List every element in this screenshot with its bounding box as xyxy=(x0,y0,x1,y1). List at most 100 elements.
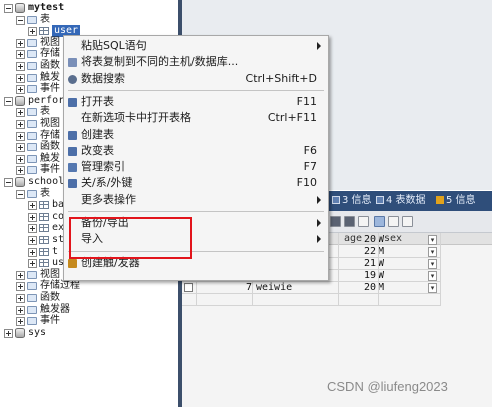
menu-item-shortcut: F7 xyxy=(303,160,317,174)
table-icon xyxy=(68,97,77,107)
grid-view-icon[interactable] xyxy=(374,216,385,227)
expand-icon[interactable] xyxy=(16,294,25,303)
menu-item-open-table[interactable]: 打开表 F11 xyxy=(65,94,327,110)
chevron-down-icon[interactable]: ▾ xyxy=(428,271,437,281)
expand-icon[interactable] xyxy=(28,212,37,222)
table-icon xyxy=(39,259,49,268)
folder-icon xyxy=(27,15,37,24)
submenu-arrow-icon xyxy=(317,195,321,204)
expand-icon[interactable] xyxy=(16,270,25,280)
delete-icon[interactable] xyxy=(344,216,355,227)
expand-icon[interactable] xyxy=(16,120,25,129)
expand-icon[interactable] xyxy=(28,201,37,211)
menu-item-label: 管理索引 xyxy=(81,160,125,174)
folder-icon xyxy=(27,108,37,117)
collapse-icon[interactable] xyxy=(16,189,25,199)
cell-age[interactable]: 19 xyxy=(342,270,376,282)
menu-item-create-table[interactable]: 创建表 xyxy=(65,127,327,143)
expand-icon[interactable] xyxy=(4,328,13,338)
cell-name[interactable]: weiwie xyxy=(256,282,292,294)
chevron-down-icon[interactable]: ▾ xyxy=(428,235,437,245)
tree-node-label: 视图 xyxy=(40,268,60,280)
expand-icon[interactable] xyxy=(28,27,37,37)
expand-icon[interactable] xyxy=(28,259,37,269)
folder-icon xyxy=(27,294,37,302)
form-view-icon[interactable] xyxy=(388,216,399,227)
tree-node-label: mytest xyxy=(28,2,65,13)
menu-item-data-search[interactable]: 数据搜索 Ctrl+Shift+D xyxy=(65,71,327,87)
expand-icon[interactable] xyxy=(16,38,25,48)
menu-item-paste-sql[interactable]: 粘贴SQL语句 xyxy=(65,38,327,54)
tab-table-data-4[interactable]: 4 表数据 xyxy=(376,194,426,208)
tree-node-mytest[interactable]: mytest xyxy=(0,2,176,14)
cell-id[interactable]: 7 xyxy=(222,282,252,294)
expand-icon[interactable] xyxy=(16,73,25,83)
expand-icon[interactable] xyxy=(16,166,25,176)
tree-node-school-procs[interactable]: 存储过程 xyxy=(0,280,176,292)
tab-info-5[interactable]: 5 信息 xyxy=(436,194,476,208)
tree-node-sys[interactable]: sys xyxy=(0,327,176,339)
expand-icon[interactable] xyxy=(16,305,25,315)
chevron-down-icon[interactable]: ▾ xyxy=(428,259,437,269)
expand-icon[interactable] xyxy=(16,317,25,327)
expand-icon[interactable] xyxy=(28,236,37,245)
collapse-icon[interactable] xyxy=(16,15,25,25)
cell-age[interactable]: 20 xyxy=(342,234,376,246)
expand-icon[interactable] xyxy=(16,62,25,71)
menu-item-more-ops[interactable]: 更多表操作 xyxy=(65,192,327,208)
tree-node-school-events[interactable]: 事件 xyxy=(0,315,176,327)
tree-node-label: 事件 xyxy=(40,164,60,176)
folder-icon xyxy=(27,73,37,82)
menu-item-label: 创建表 xyxy=(81,127,114,141)
expand-icon[interactable] xyxy=(16,282,25,292)
menu-item-copy-table[interactable]: 将表复制到不同的主机/数据库... xyxy=(65,54,327,70)
menu-item-open-new-tab[interactable]: 在新选项卡中打开表格 Ctrl+F11 xyxy=(65,110,327,126)
chevron-down-icon[interactable]: ▾ xyxy=(428,247,437,257)
tab-info-3[interactable]: 3 信息 xyxy=(332,194,372,208)
cell-age[interactable]: 20 xyxy=(342,282,376,294)
row-checkbox[interactable] xyxy=(184,283,193,292)
menu-item-label: 改变表 xyxy=(81,143,114,157)
menu-item-relations[interactable]: 关/系/外键 F10 xyxy=(65,175,327,191)
folder-icon xyxy=(27,131,37,140)
tab-label: 3 信息 xyxy=(342,195,372,206)
menu-item-label: 数据搜索 xyxy=(81,71,125,85)
expand-icon[interactable] xyxy=(16,50,25,60)
copy-icon xyxy=(68,58,77,68)
folder-icon xyxy=(27,270,37,279)
menu-item-manage-index[interactable]: 管理索引 F7 xyxy=(65,159,327,175)
expand-icon[interactable] xyxy=(16,108,25,118)
tree-node-school-funcs[interactable]: 函数 xyxy=(0,292,176,304)
tree-node-label: sys xyxy=(28,326,47,338)
tree-node-school-triggers[interactable]: 触发器 xyxy=(0,304,176,316)
warning-icon xyxy=(436,196,444,204)
menu-item-shortcut: F6 xyxy=(303,143,317,157)
collapse-icon[interactable] xyxy=(4,4,13,13)
chevron-down-icon[interactable]: ▾ xyxy=(428,283,437,293)
expand-icon[interactable] xyxy=(28,224,37,234)
tab-label: 5 信息 xyxy=(446,195,476,206)
text-view-icon[interactable] xyxy=(402,216,413,227)
tree-node-label: 函数 xyxy=(40,141,60,153)
collapse-icon[interactable] xyxy=(4,178,13,187)
cell-age[interactable]: 21 xyxy=(342,258,376,270)
tree-node-mytest-tables[interactable]: 表 xyxy=(0,14,176,26)
column-divider xyxy=(440,233,441,306)
refresh-icon[interactable] xyxy=(358,216,369,227)
table-icon xyxy=(39,27,49,36)
menu-item-shortcut: Ctrl+F11 xyxy=(267,111,317,125)
expand-icon[interactable] xyxy=(16,131,25,141)
collapse-icon[interactable] xyxy=(4,96,13,106)
expand-icon[interactable] xyxy=(16,85,25,95)
expand-icon[interactable] xyxy=(28,247,37,257)
cell-age[interactable]: 22 xyxy=(342,246,376,258)
column-divider xyxy=(338,233,339,306)
folder-icon xyxy=(27,166,37,175)
save-icon[interactable] xyxy=(330,216,341,227)
expand-icon[interactable] xyxy=(16,154,25,164)
tree-node-label: 事件 xyxy=(40,315,60,327)
expand-icon[interactable] xyxy=(16,143,25,153)
menu-item-alter-table[interactable]: 改变表 F6 xyxy=(65,143,327,159)
table-row[interactable]: 7 weiwie 20 M ▾ xyxy=(182,282,442,294)
database-icon xyxy=(15,177,25,187)
